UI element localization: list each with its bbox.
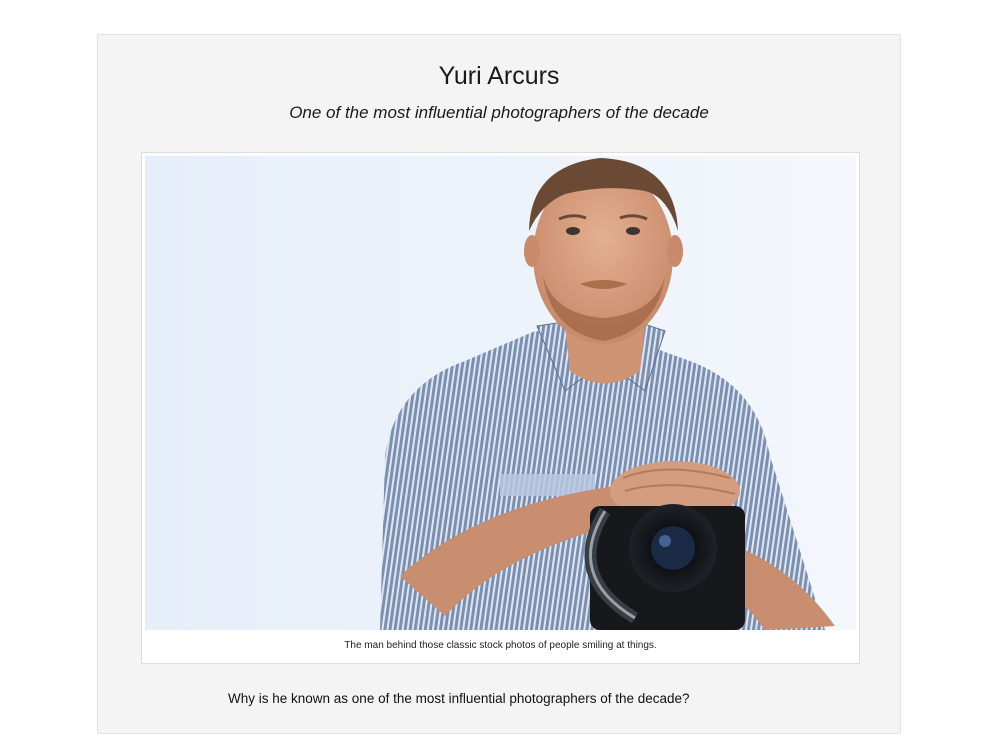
article-subtitle: One of the most influential photographer… (289, 103, 709, 122)
portrait-photo (145, 156, 856, 630)
photo-caption: The man behind those classic stock photo… (344, 640, 657, 651)
photo-figure: The man behind those classic stock photo… (141, 152, 860, 664)
article-title: Yuri Arcurs (438, 62, 560, 90)
section-question: Why is he known as one of the most influ… (228, 691, 690, 706)
article-card: Yuri Arcurs One of the most influential … (97, 34, 901, 734)
